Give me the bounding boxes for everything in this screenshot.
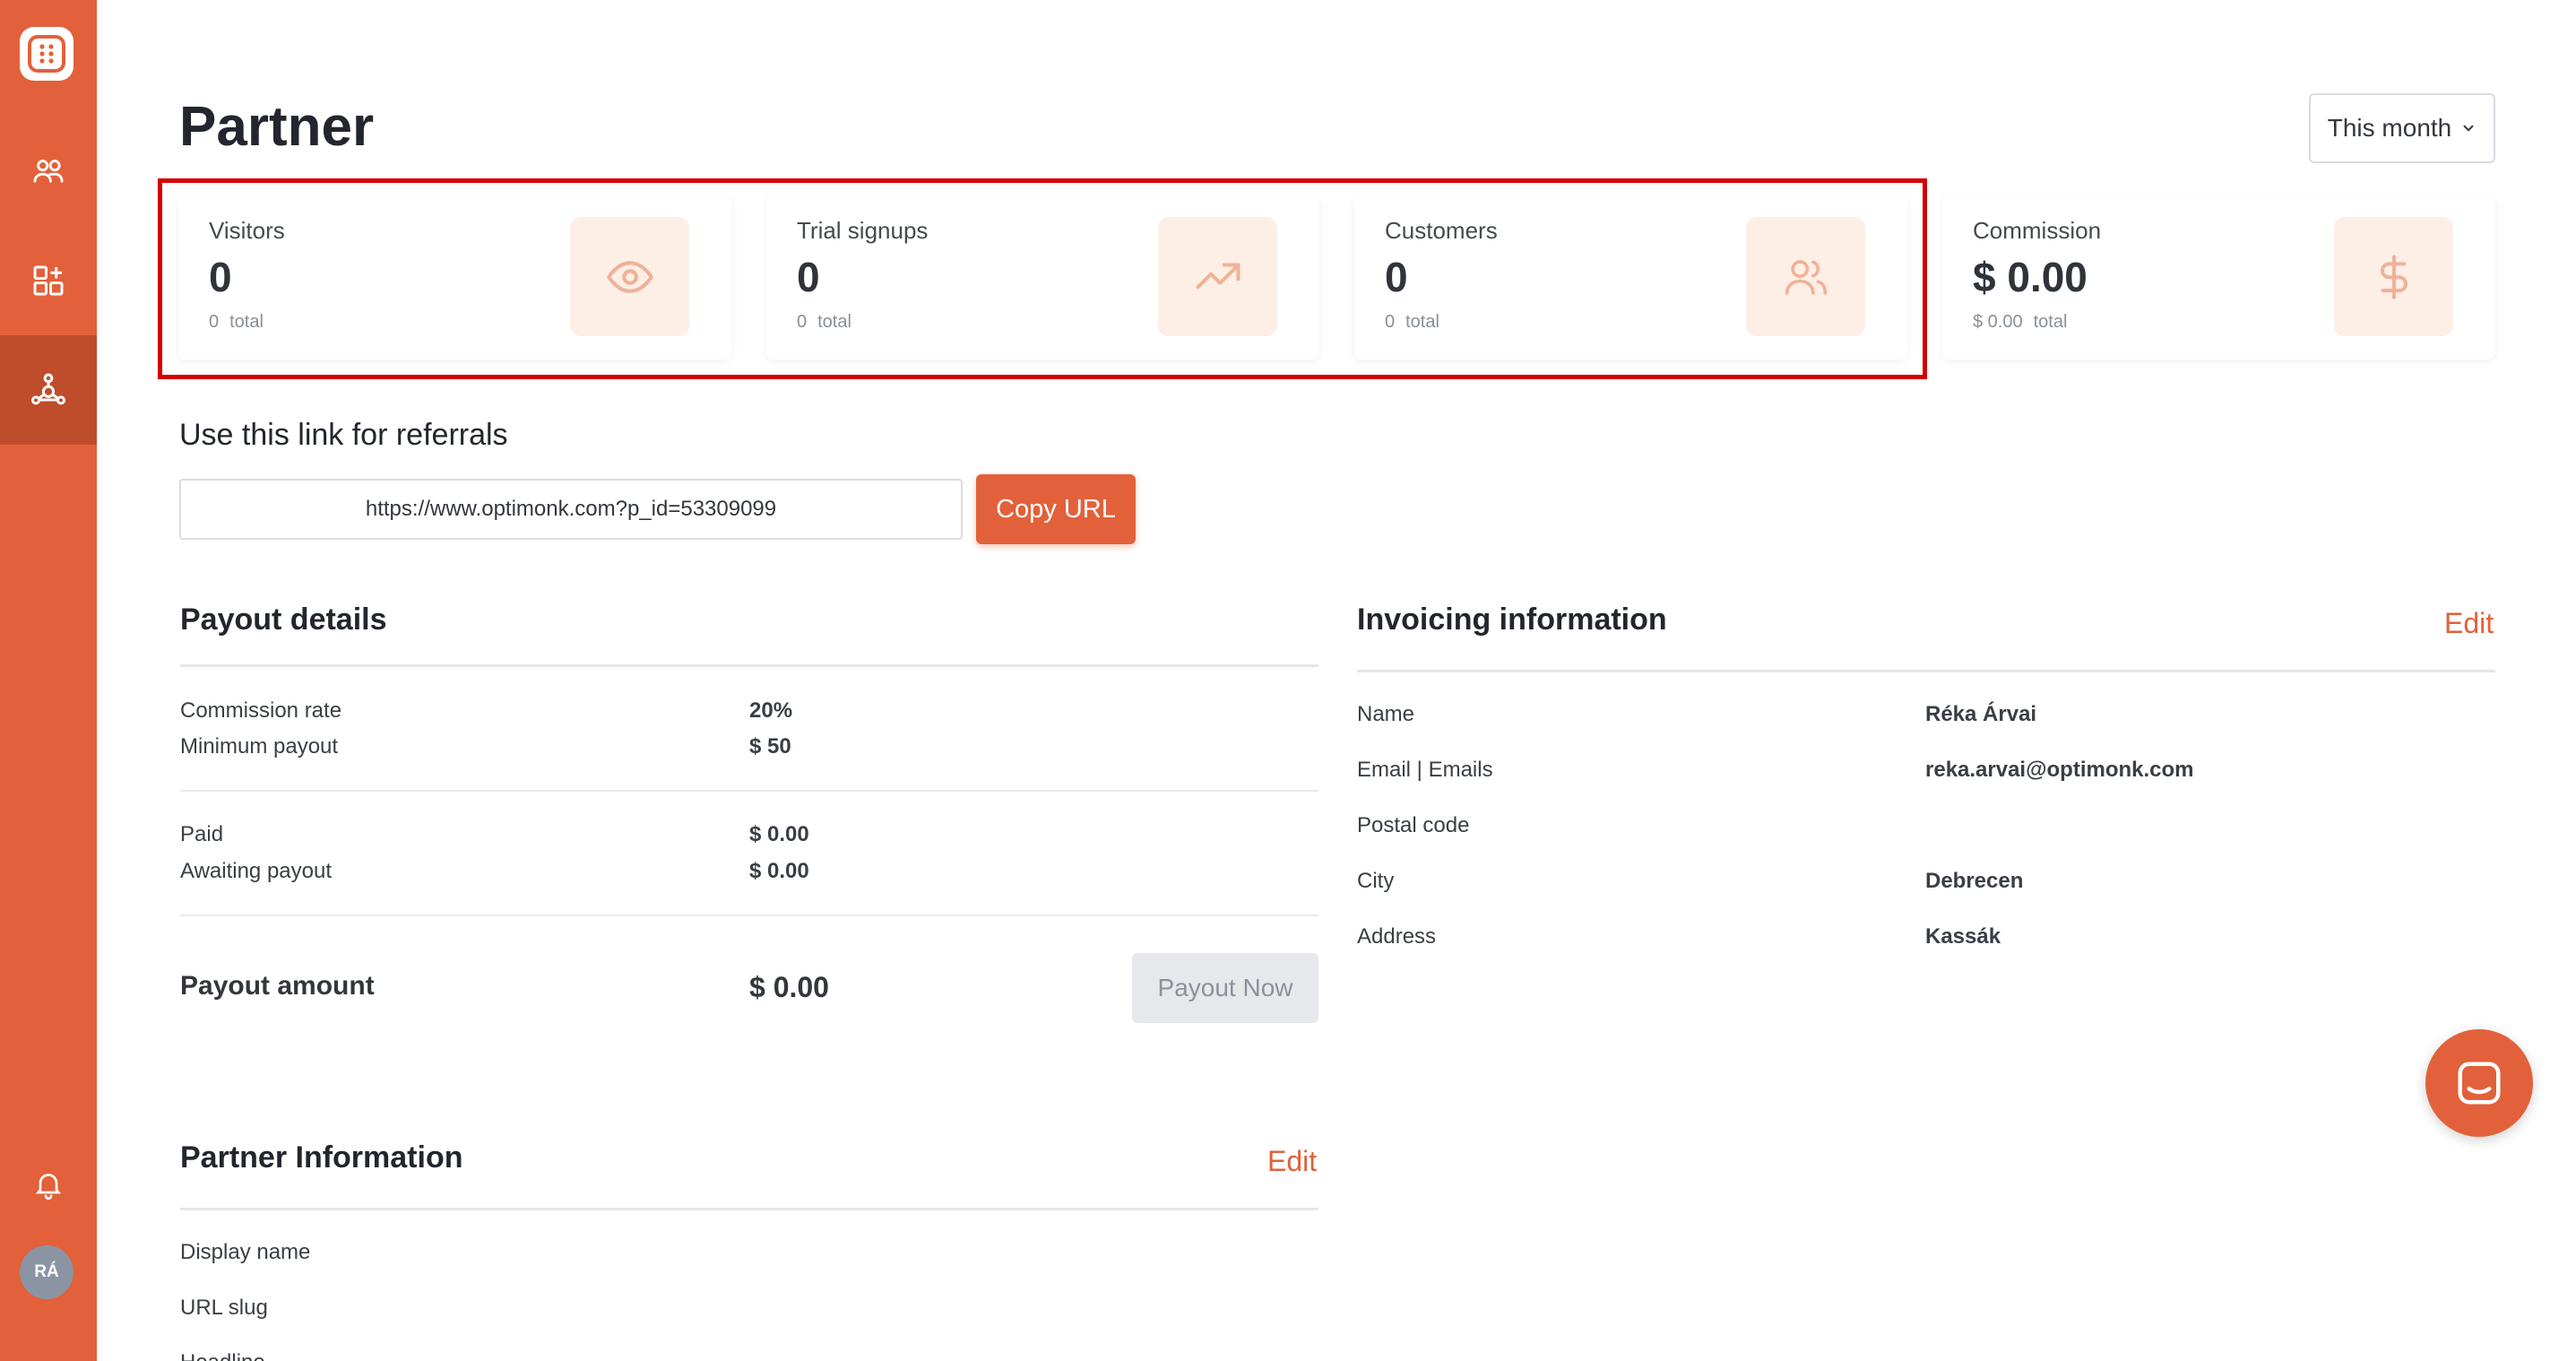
payout-details-title: Payout details [180, 602, 387, 637]
sidebar-item-notifications[interactable] [0, 1130, 97, 1239]
dollar-icon [2380, 254, 2407, 299]
divider [180, 664, 1318, 667]
payout-row-label: Paid [180, 822, 224, 846]
payout-row-value: $ 50 [749, 734, 791, 759]
payout-now-button[interactable]: Payout Now [1132, 953, 1318, 1023]
stat-total: $ 0.00 total [1973, 312, 2068, 332]
invoicing-row-value: Debrecen [1925, 869, 2024, 893]
sidebar: RÁ [0, 0, 97, 1361]
partner-info-edit-link[interactable]: Edit [1267, 1145, 1317, 1178]
invoicing-row-value: reka.arvai@optimonk.com [1925, 758, 2194, 782]
users-icon [33, 160, 64, 183]
period-select[interactable]: This month [2309, 93, 2495, 163]
partner-network-icon [31, 373, 65, 405]
chevron-down-icon [2463, 125, 2474, 132]
referral-url-input[interactable]: https://www.optimonk.com?p_id=53309099 [179, 479, 963, 540]
payout-row-value: $ 0.00 [749, 859, 809, 883]
grid-plus-icon [33, 265, 64, 296]
stat-icon-box [2334, 217, 2453, 336]
invoicing-row-label: Postal code [1357, 813, 1470, 837]
divider [180, 1208, 1318, 1210]
payout-amount-label: Payout amount [180, 971, 375, 1001]
payout-row-value: $ 0.00 [749, 822, 809, 846]
divider [180, 790, 1318, 792]
invoicing-row-label: City [1357, 869, 1395, 893]
invoicing-row-label: Address [1357, 924, 1437, 949]
stat-value: $ 0.00 [1973, 254, 2088, 300]
sidebar-item-users[interactable] [0, 117, 97, 226]
payout-row-label: Commission rate [180, 698, 342, 723]
invoicing-edit-link[interactable]: Edit [2444, 607, 2494, 640]
invoicing-row-label: Name [1357, 702, 1415, 726]
highlight-box [158, 178, 1927, 379]
sidebar-item-campaigns[interactable] [0, 226, 97, 335]
partner-info-row-label: Display name [180, 1240, 311, 1264]
partner-info-row-label: URL slug [180, 1296, 268, 1320]
period-select-value: This month [2327, 114, 2452, 142]
invoicing-title: Invoicing information [1357, 602, 1667, 637]
copy-url-button[interactable]: Copy URL [976, 474, 1136, 544]
user-avatar[interactable]: RÁ [20, 1245, 73, 1299]
sidebar-item-partner[interactable] [0, 335, 97, 445]
stat-card-commission: Commission $ 0.00 $ 0.00 total [1942, 195, 2495, 360]
logo-icon [28, 35, 65, 73]
chat-launcher-button[interactable] [2425, 1029, 2533, 1137]
invoicing-row-label: Email | Emails [1357, 758, 1493, 782]
divider [180, 915, 1318, 916]
payout-row-label: Minimum payout [180, 734, 339, 759]
payout-row-value: 20% [749, 698, 793, 723]
payout-row-label: Awaiting payout [180, 859, 333, 883]
invoicing-row-value: Kassák [1925, 924, 2001, 949]
referral-title: Use this link for referrals [179, 418, 508, 452]
app-logo[interactable] [20, 27, 73, 81]
bell-icon [36, 1174, 61, 1201]
page-title: Partner [179, 96, 375, 158]
divider [1357, 670, 2495, 672]
stat-label: Commission [1973, 217, 2102, 244]
partner-info-title: Partner Information [180, 1140, 463, 1175]
invoicing-row-value: Réka Árvai [1925, 702, 2037, 726]
app-root: RÁ Partner This month Visitors 0 0 total … [0, 0, 2576, 1361]
payout-amount-value: $ 0.00 [749, 971, 829, 1003]
partner-info-row-label: Headline [180, 1350, 265, 1361]
chat-icon [2458, 1062, 2501, 1105]
